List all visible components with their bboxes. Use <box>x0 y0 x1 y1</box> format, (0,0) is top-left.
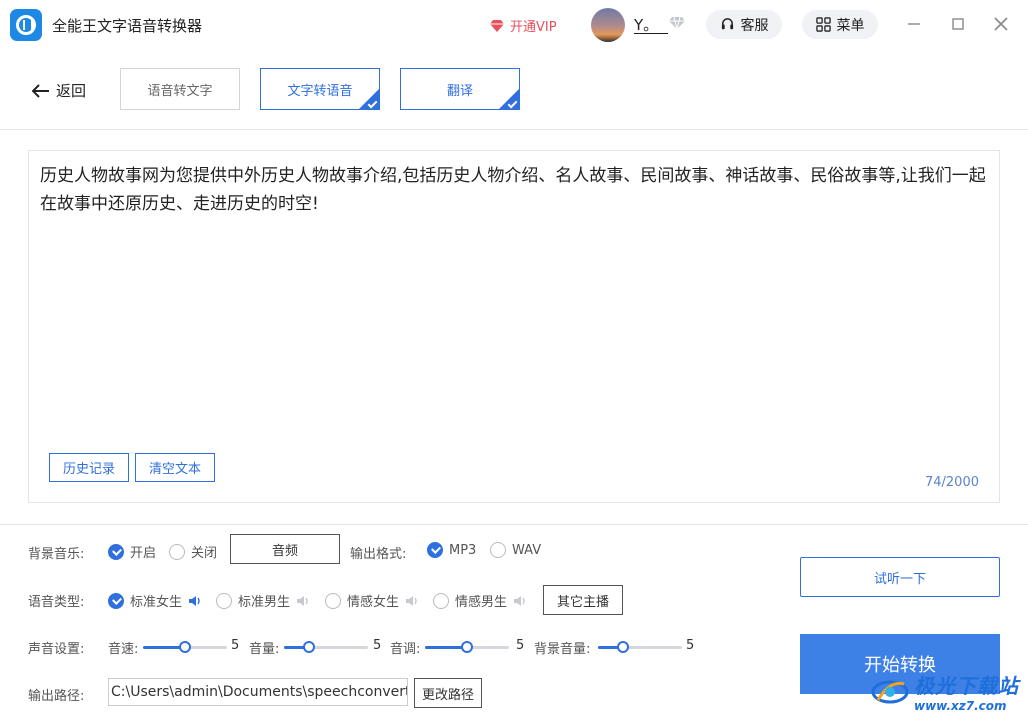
bg-music-on-radio[interactable]: 开启 <box>108 542 156 561</box>
maximize-icon <box>952 18 964 30</box>
pitch-value: 5 <box>516 638 525 653</box>
char-counter: 74/2000 <box>924 475 979 490</box>
tab-text-to-speech[interactable]: 文字转语音 <box>260 68 380 110</box>
other-anchors-button[interactable]: 其它主播 <box>543 585 623 615</box>
headset-icon <box>721 18 733 30</box>
radio-unchecked-icon <box>433 592 449 609</box>
format-mp3-radio[interactable]: MP3 <box>427 542 476 558</box>
bg-music-off-radio[interactable]: 关闭 <box>169 542 217 561</box>
member-diamond-icon <box>669 16 685 30</box>
radio-label: WAV <box>512 542 542 558</box>
speaker-icon[interactable] <box>188 595 202 607</box>
vip-label: 开通VIP <box>510 20 557 35</box>
radio-unchecked-icon <box>216 592 232 609</box>
pitch-slider[interactable] <box>425 640 509 654</box>
radio-label: 情感男生 <box>455 595 508 610</box>
slider-knob[interactable] <box>617 641 629 653</box>
minimize-button[interactable] <box>904 14 924 34</box>
speed-label: 音速: <box>108 642 139 657</box>
radio-label: 开启 <box>130 546 157 561</box>
text-editor[interactable]: 历史人物故事网为您提供中外历史人物故事介绍,包括历史人物介绍、名人故事、民间故事… <box>28 150 1000 503</box>
tab-speech-to-text[interactable]: 语音转文字 <box>120 68 240 110</box>
voice-emotional-male-radio[interactable]: 情感男生 <box>433 591 527 610</box>
maximize-button[interactable] <box>948 14 968 34</box>
tab-label: 文字转语音 <box>287 83 353 99</box>
bg-volume-value: 5 <box>686 638 695 653</box>
customer-service-label: 客服 <box>740 17 769 34</box>
grid-menu-icon <box>815 17 831 32</box>
volume-slider[interactable] <box>284 640 368 654</box>
editor-text[interactable]: 历史人物故事网为您提供中外历史人物故事介绍,包括历史人物介绍、名人故事、民间故事… <box>40 162 990 218</box>
vip-gem-icon <box>490 19 504 32</box>
voice-emotional-female-radio[interactable]: 情感女生 <box>325 591 419 610</box>
minimize-icon <box>908 23 920 25</box>
slider-knob[interactable] <box>461 641 473 653</box>
clear-text-button[interactable]: 清空文本 <box>135 453 215 482</box>
menu-label: 菜单 <box>836 17 865 34</box>
arrow-left-icon <box>32 83 49 98</box>
vip-button[interactable]: 开通VIP <box>490 16 557 35</box>
radio-label: 标准女生 <box>130 595 183 610</box>
speed-slider[interactable] <box>143 640 227 654</box>
history-button[interactable]: 历史记录 <box>49 453 129 482</box>
preview-listen-button[interactable]: 试听一下 <box>800 557 1000 597</box>
audio-button[interactable]: 音频 <box>230 534 340 564</box>
radio-checked-icon <box>427 542 443 558</box>
user-avatar[interactable] <box>591 8 625 42</box>
speaker-icon[interactable] <box>296 595 310 607</box>
app-logo-icon <box>10 9 42 41</box>
sound-settings-label: 声音设置: <box>28 642 85 657</box>
radio-label: 标准男生 <box>238 595 291 610</box>
app-title: 全能王文字语音转换器 <box>52 17 203 35</box>
radio-label: 情感女生 <box>347 595 400 610</box>
bg-volume-label: 背景音量: <box>534 642 591 657</box>
close-icon <box>994 17 1008 31</box>
output-format-label: 输出格式: <box>350 547 407 562</box>
slider-knob[interactable] <box>303 641 315 653</box>
radio-unchecked-icon <box>169 543 185 560</box>
speed-value: 5 <box>231 638 240 653</box>
settings-panel: 背景音乐: 开启 关闭 音频 输出格式: MP3 WAV 语音类型: 标准女生 … <box>0 524 1028 720</box>
customer-service-button[interactable]: 客服 <box>706 10 782 39</box>
speaker-icon[interactable] <box>405 595 419 607</box>
radio-checked-icon <box>108 592 124 609</box>
change-path-button[interactable]: 更改路径 <box>414 678 482 708</box>
radio-checked-icon <box>108 543 124 560</box>
speaker-icon[interactable] <box>513 595 527 607</box>
mode-nav-bar: 返回 语音转文字 文字转语音 翻译 <box>0 50 1028 130</box>
bg-music-label: 背景音乐: <box>28 547 85 562</box>
start-convert-button[interactable]: 开始转换 <box>800 634 1000 694</box>
username[interactable]: Y。 <box>634 14 668 34</box>
voice-standard-female-radio[interactable]: 标准女生 <box>108 591 202 610</box>
title-bar: 全能王文字语音转换器 开通VIP Y。 客服 菜单 <box>0 0 1028 50</box>
voice-type-label: 语音类型: <box>28 595 85 610</box>
tab-label: 翻译 <box>446 83 473 99</box>
volume-label: 音量: <box>249 642 280 657</box>
tab-translate[interactable]: 翻译 <box>400 68 520 110</box>
pitch-label: 音调: <box>390 642 421 657</box>
back-label: 返回 <box>56 82 87 100</box>
output-path-input[interactable]: C:\Users\admin\Documents\speechconvert_ <box>108 678 408 706</box>
radio-unchecked-icon <box>490 542 506 558</box>
menu-button[interactable]: 菜单 <box>802 10 878 39</box>
voice-standard-male-radio[interactable]: 标准男生 <box>216 591 310 610</box>
radio-label: 关闭 <box>191 546 218 561</box>
bg-volume-slider[interactable] <box>598 640 682 654</box>
tab-label: 语音转文字 <box>147 83 213 99</box>
volume-value: 5 <box>373 638 382 653</box>
format-wav-radio[interactable]: WAV <box>490 542 541 558</box>
output-path-label: 输出路径: <box>28 689 85 704</box>
radio-unchecked-icon <box>325 592 341 609</box>
back-button[interactable]: 返回 <box>32 80 86 101</box>
radio-label: MP3 <box>449 542 477 558</box>
slider-knob[interactable] <box>179 641 191 653</box>
close-button[interactable] <box>991 14 1011 34</box>
